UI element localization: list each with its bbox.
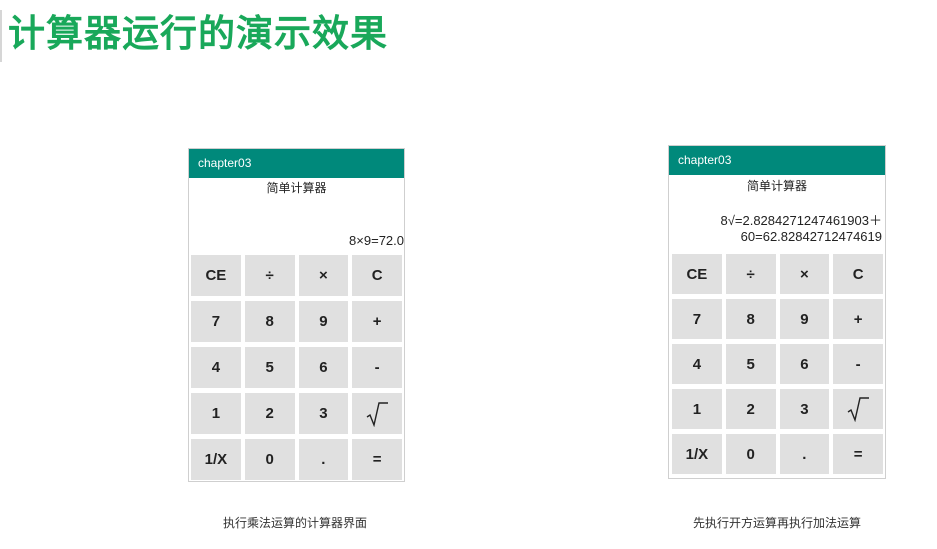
key-label: 9: [800, 310, 809, 328]
zero-key[interactable]: 0: [244, 439, 295, 480]
result-line: 8×9=72.0: [349, 233, 404, 248]
clear-key[interactable]: C: [833, 254, 883, 294]
key-label: .: [321, 451, 326, 468]
app-bar-title: chapter03: [669, 146, 885, 175]
slide-title: 计算器运行的演示效果: [0, 10, 388, 62]
key-label: ÷: [746, 265, 755, 283]
key-label: +: [372, 313, 382, 330]
key-label: 3: [319, 405, 328, 422]
four-key[interactable]: 4: [191, 347, 241, 388]
key-label: .: [802, 445, 807, 463]
result-line: 60=62.82842712474619: [740, 229, 882, 244]
nine-key[interactable]: 9: [779, 299, 830, 339]
minus-key[interactable]: -: [833, 344, 883, 384]
clear-key[interactable]: C: [352, 255, 402, 296]
key-label: -: [374, 359, 380, 376]
key-label: 1: [211, 405, 221, 422]
keypad: CE ÷ × C 7 8 9 +4 5 6 - 1 2 3 1/X 0. =: [191, 255, 402, 480]
clear-entry-key[interactable]: CE: [672, 254, 722, 294]
key-label: =: [372, 451, 382, 468]
sqrt-key[interactable]: [352, 393, 402, 434]
divide-key[interactable]: ÷: [725, 254, 776, 294]
six-key[interactable]: 6: [779, 344, 830, 384]
square-root-icon: [846, 396, 870, 422]
key-label: 0: [746, 445, 755, 463]
result-display: 8√=2.8284271247461903＋ 60=62.82842712474…: [672, 197, 882, 252]
keypad: CE ÷ × C 7 8 9 +4 5 6 - 1 2 3 1/X 0. =: [672, 254, 883, 474]
five-key[interactable]: 5: [725, 344, 776, 384]
sqrt-key[interactable]: [833, 389, 883, 429]
five-key[interactable]: 5: [244, 347, 295, 388]
equals-key[interactable]: =: [833, 434, 883, 474]
equals-key[interactable]: =: [352, 439, 402, 480]
two-key[interactable]: 2: [725, 389, 776, 429]
eight-key[interactable]: 8: [244, 301, 295, 342]
key-label: 1/X: [204, 451, 228, 468]
calculator-screen-sqrt-add: chapter03 简单计算器 8√=2.8284271247461903＋ 6…: [668, 145, 886, 479]
key-label: +: [853, 310, 863, 328]
key-label: 5: [746, 355, 755, 373]
key-label: ×: [318, 267, 328, 284]
key-label: 3: [800, 400, 809, 418]
one-key[interactable]: 1: [672, 389, 722, 429]
three-key[interactable]: 3: [779, 389, 830, 429]
key-label: 4: [211, 359, 221, 376]
key-label: 1: [692, 400, 702, 418]
result-line: 8√=2.8284271247461903＋: [720, 213, 882, 228]
key-label: 9: [319, 313, 328, 330]
key-label: CE: [205, 267, 227, 284]
clear-entry-key[interactable]: CE: [191, 255, 241, 296]
key-label: 8: [746, 310, 755, 328]
caption-multiply: 执行乘法运算的计算器界面: [222, 516, 367, 530]
key-label: 5: [265, 359, 274, 376]
zero-key[interactable]: 0: [725, 434, 776, 474]
key-label: =: [853, 445, 863, 463]
key-label: 2: [746, 400, 755, 418]
decimal-key[interactable]: .: [779, 434, 830, 474]
plus-key[interactable]: +: [833, 299, 883, 339]
plus-key[interactable]: +: [352, 301, 402, 342]
square-root-icon: [365, 401, 389, 427]
key-label: 2: [265, 405, 274, 422]
minus-key[interactable]: -: [352, 347, 402, 388]
key-label: 6: [800, 355, 809, 373]
key-label: 6: [319, 359, 328, 376]
eight-key[interactable]: 8: [725, 299, 776, 339]
two-key[interactable]: 2: [244, 393, 295, 434]
caption-sqrt-add: 先执行开方运算再执行加法运算: [692, 516, 861, 530]
calculator-screen-multiply: chapter03 简单计算器 8×9=72.0 CE ÷ × C 7 8 9 +4 5 6 - 1 2…: [188, 148, 405, 482]
nine-key[interactable]: 9: [298, 301, 349, 342]
key-label: CE: [686, 265, 708, 283]
key-label: 1/X: [685, 445, 709, 463]
key-label: ÷: [265, 267, 274, 284]
key-label: 7: [692, 310, 702, 328]
key-label: 4: [692, 355, 702, 373]
key-label: 0: [265, 451, 274, 468]
seven-key[interactable]: 7: [191, 301, 241, 342]
divide-key[interactable]: ÷: [244, 255, 295, 296]
app-bar-title: chapter03: [189, 149, 404, 178]
one-key[interactable]: 1: [191, 393, 241, 434]
key-label: 8: [265, 313, 274, 330]
seven-key[interactable]: 7: [672, 299, 722, 339]
key-label: C: [852, 265, 864, 283]
reciprocal-key[interactable]: 1/X: [672, 434, 722, 474]
multiply-key[interactable]: ×: [779, 254, 830, 294]
decimal-key[interactable]: .: [298, 439, 349, 480]
three-key[interactable]: 3: [298, 393, 349, 434]
key-label: 7: [211, 313, 221, 330]
calculator-title: 简单计算器: [189, 178, 404, 199]
multiply-key[interactable]: ×: [298, 255, 349, 296]
key-label: C: [371, 267, 383, 284]
key-label: -: [855, 355, 861, 373]
result-display: 8×9=72.0: [192, 199, 404, 253]
reciprocal-key[interactable]: 1/X: [191, 439, 241, 480]
calculator-title: 简单计算器: [669, 175, 885, 197]
four-key[interactable]: 4: [672, 344, 722, 384]
six-key[interactable]: 6: [298, 347, 349, 388]
key-label: ×: [799, 265, 809, 283]
